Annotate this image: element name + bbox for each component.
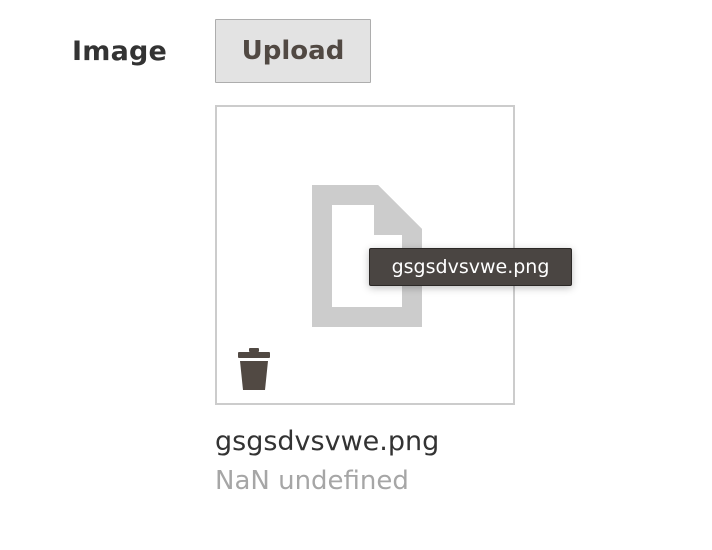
file-name: gsgsdvsvwe.png (215, 426, 440, 457)
file-name-tooltip: gsgsdvsvwe.png (369, 248, 572, 286)
file-size: NaN undefined (215, 466, 409, 496)
trash-icon[interactable] (237, 347, 271, 391)
image-upload-field: Image Upload gsgsdvsvwe.png gsgsdvsvwe.p… (0, 0, 712, 550)
upload-button[interactable]: Upload (215, 19, 371, 83)
field-label: Image (72, 36, 168, 67)
